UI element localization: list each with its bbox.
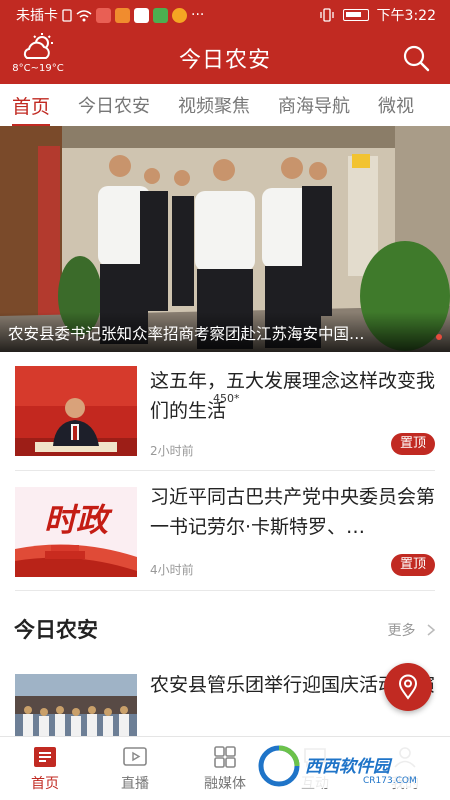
nav-live[interactable]: 直播 bbox=[90, 737, 180, 800]
nav-media-label: 融媒体 bbox=[204, 776, 246, 792]
wifi-icon bbox=[76, 9, 92, 21]
nav-home-label: 首页 bbox=[31, 776, 59, 792]
tab-micro-video[interactable]: 微视 bbox=[366, 92, 414, 118]
news-thumbnail: 时政 bbox=[15, 487, 137, 577]
vibrate-icon bbox=[319, 8, 334, 22]
watermark-subtext: CR173.COM bbox=[363, 776, 417, 786]
carousel-indicator[interactable] bbox=[436, 334, 442, 340]
grid-icon bbox=[214, 746, 236, 768]
news-thumbnail bbox=[15, 674, 137, 736]
thumbnail-title: 时政 bbox=[44, 501, 113, 539]
weibo-icon bbox=[172, 7, 187, 23]
chevron-right-icon bbox=[427, 624, 436, 636]
news-title: 这五年，五大发展理念这样改变我们的生活 bbox=[150, 370, 436, 422]
news-title: 习近平同古巴共产党中央委员会第一书记劳尔·卡斯特罗、… bbox=[150, 486, 436, 538]
notification-app-icon bbox=[96, 7, 111, 23]
tab-business-guide[interactable]: 商海导航 bbox=[266, 92, 350, 118]
news-time: 2小时前 bbox=[150, 444, 194, 458]
app-header: 8°C~19°C 今日农安 bbox=[0, 30, 450, 84]
clock: 下午3:22 bbox=[376, 8, 436, 24]
overlay-label: 450* bbox=[213, 392, 240, 405]
more-label: 更多 bbox=[387, 623, 416, 639]
notification-app-icon bbox=[115, 7, 130, 23]
more-dots: ··· bbox=[191, 7, 205, 23]
news-thumbnail bbox=[15, 366, 137, 456]
tab-video-focus[interactable]: 视频聚焦 bbox=[166, 92, 250, 118]
watermark-text: 西西软件园 bbox=[305, 757, 390, 777]
search-icon[interactable] bbox=[402, 44, 430, 72]
notification-app-icon bbox=[134, 7, 149, 23]
divider bbox=[15, 590, 435, 591]
home-news-icon bbox=[34, 747, 56, 767]
tab-home[interactable]: 首页 bbox=[0, 92, 51, 126]
sim-icon bbox=[62, 8, 72, 22]
app-title: 今日农安 bbox=[178, 48, 271, 73]
live-tv-icon bbox=[123, 747, 147, 766]
location-pin-icon bbox=[398, 674, 418, 700]
battery-icon bbox=[342, 9, 369, 21]
status-right: 下午3:22 bbox=[319, 5, 436, 25]
notification-app-icon bbox=[153, 7, 168, 23]
news-time: 4小时前 bbox=[150, 563, 194, 577]
status-left: 未插卡 ··· bbox=[16, 5, 204, 25]
pinned-badge: 置顶 bbox=[391, 433, 435, 455]
more-link[interactable]: 更多 bbox=[388, 620, 436, 640]
section-title: 今日农安 bbox=[14, 618, 98, 642]
banner-caption: 农安县委书记张知众率招商考察团赴江苏海安中国… bbox=[0, 312, 450, 352]
carrier-label: 未插卡 bbox=[16, 8, 58, 24]
channel-tabs: 首页 今日农安 视频聚焦 商海导航 微视 bbox=[0, 84, 450, 126]
tab-today-nongan[interactable]: 今日农安 bbox=[66, 92, 150, 118]
section-header: 今日农安 更多 bbox=[0, 604, 450, 650]
location-button[interactable] bbox=[384, 663, 432, 711]
nav-home[interactable]: 首页 bbox=[0, 737, 90, 800]
pinned-badge: 置顶 bbox=[391, 554, 435, 576]
news-item[interactable]: 时政 习近平同古巴共产党中央委员会第一书记劳尔·卡斯特罗、… 4小时前 置顶 bbox=[0, 470, 450, 577]
headline-banner[interactable]: 农安县委书记张知众率招商考察团赴江苏海安中国… bbox=[0, 126, 450, 352]
news-item[interactable]: 这五年，五大发展理念这样改变我们的生活 2小时前 置顶 bbox=[0, 352, 450, 458]
nav-live-label: 直播 bbox=[121, 776, 149, 792]
news-item[interactable]: 农安县管乐团举行迎国庆活动义演 bbox=[0, 660, 450, 736]
status-bar: 未插卡 ··· 下午3:22 bbox=[0, 0, 450, 30]
